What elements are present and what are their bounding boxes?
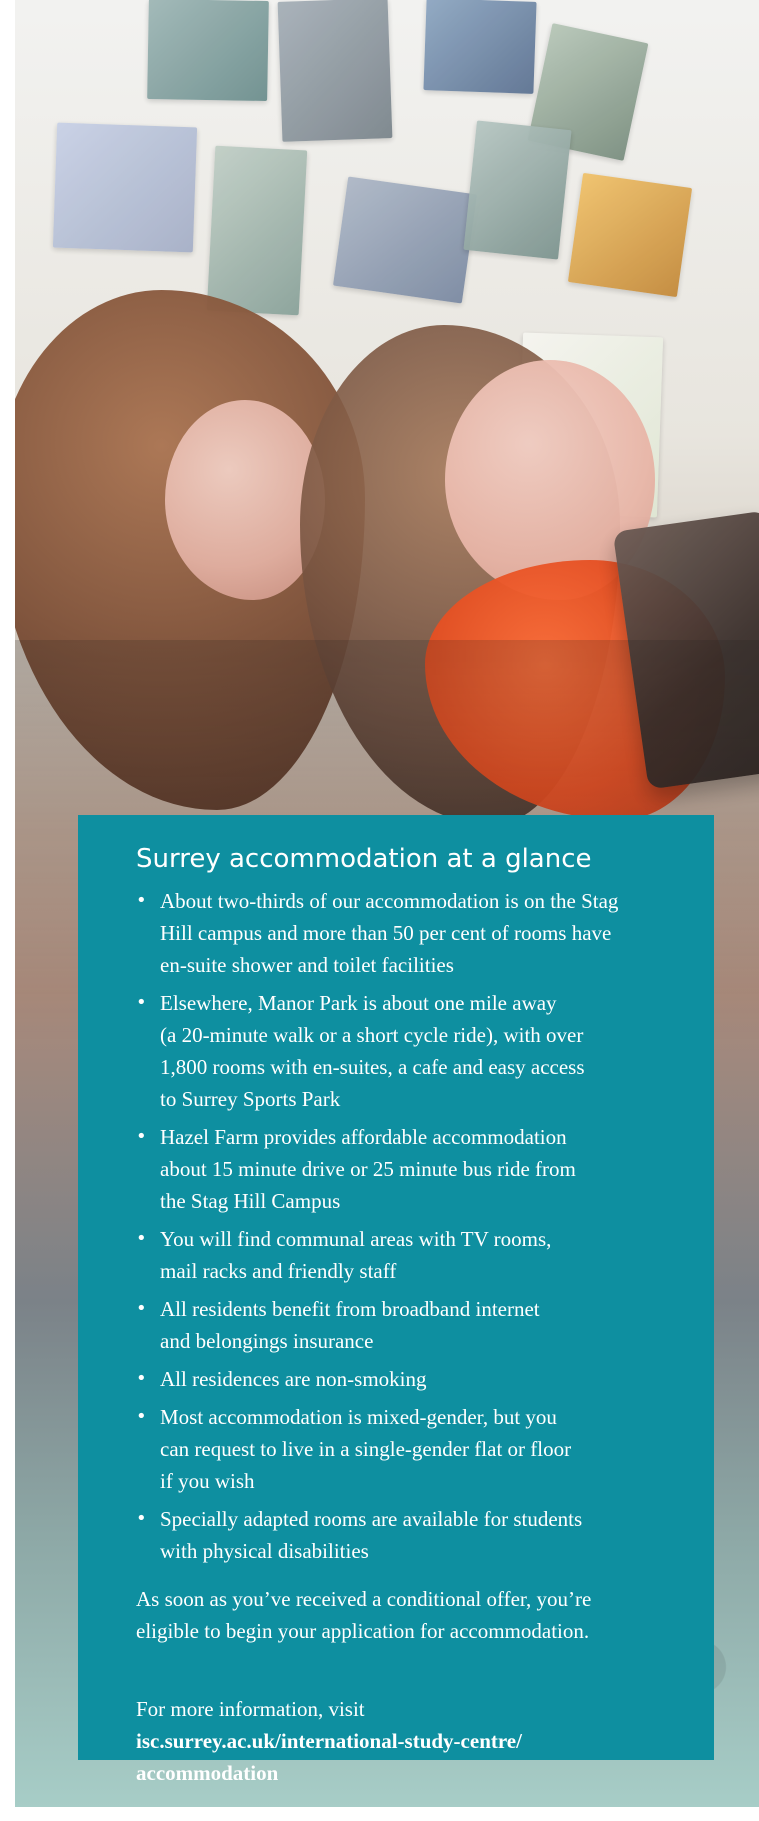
list-item: • Most accommodation is mixed-gender, bu…: [136, 1401, 658, 1497]
list-item-text: Elsewhere, Manor Park is about one mile …: [160, 990, 585, 1111]
list-item-text: Specially adapted rooms are available fo…: [160, 1506, 583, 1563]
bullet-list: • About two-thirds of our accommodation …: [136, 885, 658, 1567]
list-item-text: You will find communal areas with TV roo…: [160, 1226, 552, 1283]
bullet-icon: •: [136, 1367, 147, 1389]
bullet-icon: •: [136, 1405, 147, 1427]
wall-photo: [147, 0, 269, 102]
bullet-icon: •: [136, 1297, 147, 1319]
list-item-text: Hazel Farm provides affordable accommoda…: [160, 1124, 576, 1213]
bullet-icon: •: [136, 1125, 147, 1147]
list-item: • All residences are non-smoking: [136, 1363, 658, 1395]
bullet-icon: •: [136, 991, 147, 1013]
conditional-offer-paragraph: As soon as you’ve received a conditional…: [136, 1586, 592, 1643]
list-item-text: Most accommodation is mixed-gender, but …: [160, 1404, 572, 1493]
accommodation-link[interactable]: isc.surrey.ac.uk/international-study-cen…: [136, 1725, 658, 1789]
wall-photo: [463, 120, 572, 260]
more-info-paragraph: For more information, visit isc.surrey.a…: [136, 1661, 658, 1821]
list-item: • Specially adapted rooms are available …: [136, 1503, 658, 1567]
list-item: • All residents benefit from broadband i…: [136, 1293, 658, 1357]
bullet-icon: •: [136, 1507, 147, 1529]
list-item: • You will find communal areas with TV r…: [136, 1223, 658, 1287]
wall-photo: [332, 176, 478, 304]
list-item: • About two-thirds of our accommodation …: [136, 885, 658, 981]
list-item-text: About two-thirds of our accommodation is…: [160, 888, 619, 977]
wall-photo: [423, 0, 537, 94]
list-item: • Hazel Farm provides affordable accommo…: [136, 1121, 658, 1217]
accommodation-panel: Surrey accommodation at a glance • About…: [78, 815, 714, 1785]
panel-title: Surrey accommodation at a glance: [136, 844, 592, 874]
bullet-icon: •: [136, 1227, 147, 1249]
list-item-text: All residences are non-smoking: [160, 1366, 427, 1391]
list-item-text: All residents benefit from broadband int…: [160, 1296, 540, 1353]
list-item: • Elsewhere, Manor Park is about one mil…: [136, 987, 658, 1115]
bullet-icon: •: [136, 889, 147, 911]
wall-photo: [277, 0, 393, 142]
wall-photo: [206, 145, 308, 316]
more-info-prefix: For more information, visit: [136, 1696, 365, 1721]
wall-photo: [52, 122, 198, 253]
wall-photo: [567, 172, 693, 298]
